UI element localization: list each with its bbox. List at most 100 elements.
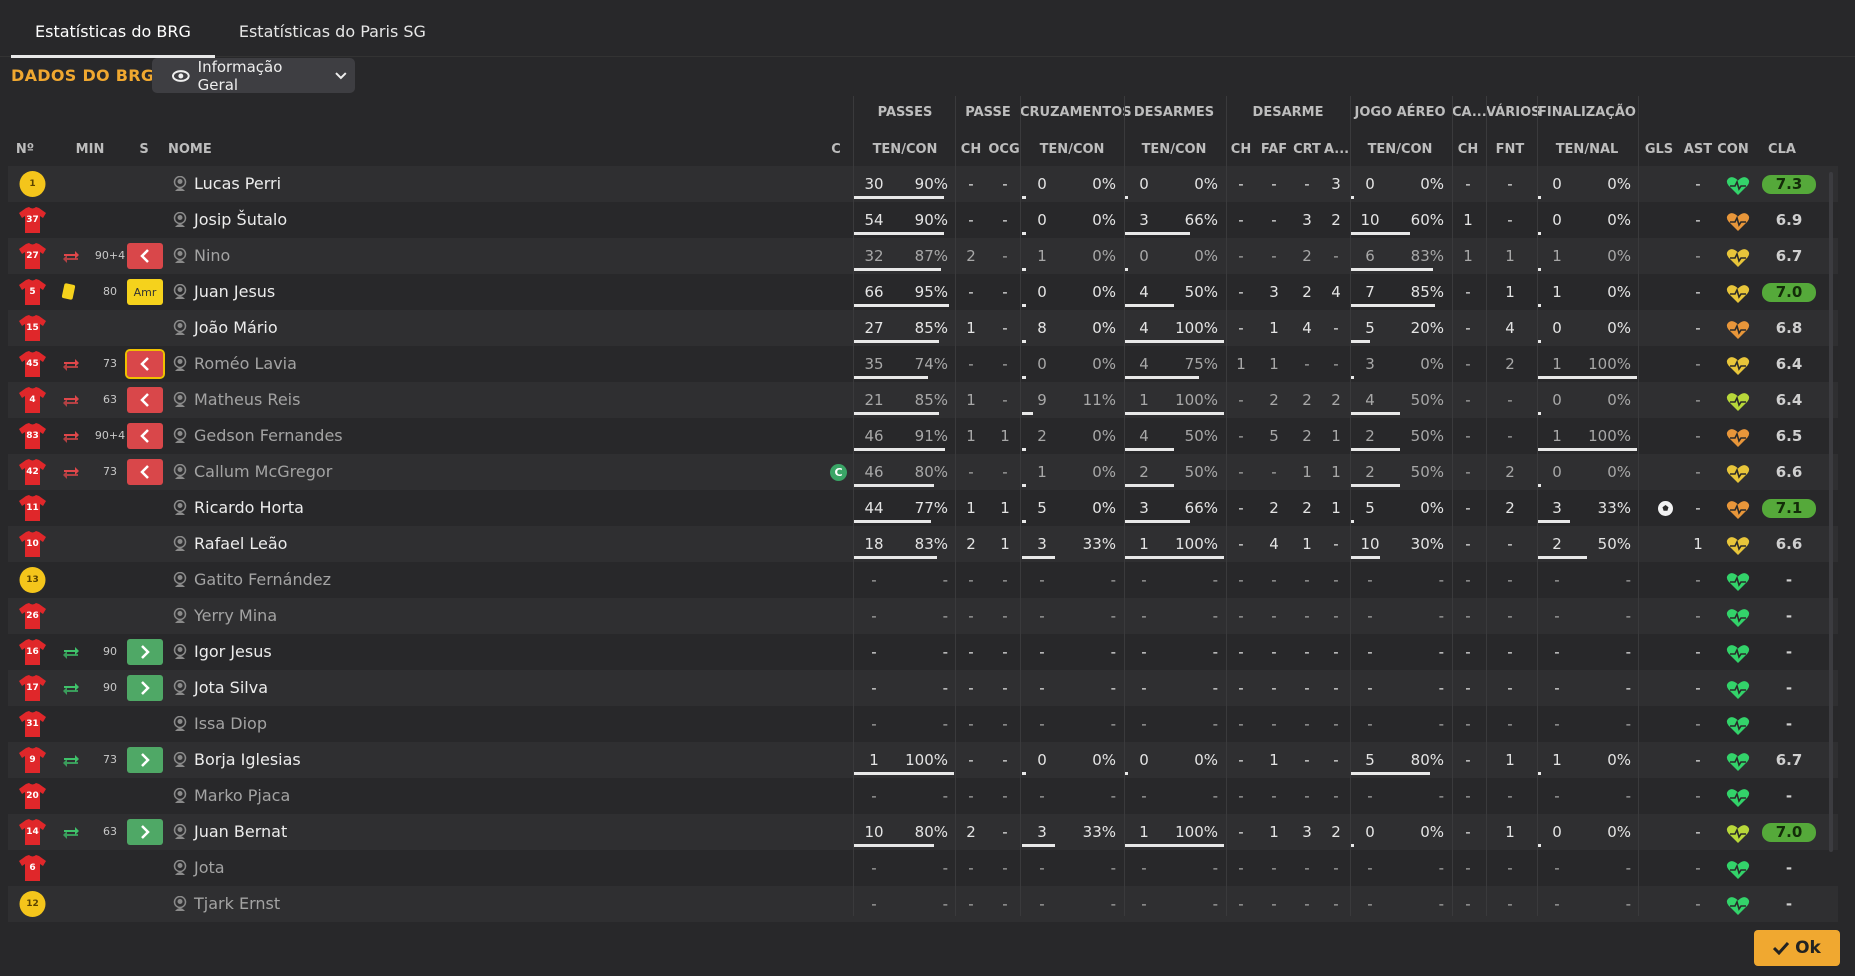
col-header-number[interactable]: Nº xyxy=(8,142,42,157)
column-separator xyxy=(1226,96,1227,916)
condition-heart-icon xyxy=(1726,716,1750,736)
player-name[interactable]: Juan Jesus xyxy=(194,274,275,310)
role-badge[interactable]: Amr xyxy=(127,279,163,305)
player-name[interactable]: Nino xyxy=(194,238,230,274)
sub-out-button[interactable] xyxy=(127,459,163,485)
col-header-ast[interactable]: AST xyxy=(1683,142,1713,157)
table-row[interactable]: 20 Marko Pjaca - - - - - - - - - - - - - - - - - - - - xyxy=(8,778,1838,814)
table-row[interactable]: 6 Jota - - - - - - - - - - - - - - - - - - - - xyxy=(8,850,1838,886)
col-header-cruzamentos[interactable]: TEN/CON xyxy=(1022,142,1122,157)
col-header-ca-ch[interactable]: CH xyxy=(1456,142,1480,157)
desarmes-percent: - xyxy=(1212,787,1218,805)
table-row[interactable]: 31 Issa Diop - - - - - - - - - - - - - - - - - - - - xyxy=(8,706,1838,742)
table-row[interactable]: 4 63 Matheus Reis 21 85% 1-9 11% 1 100% -2 2 2 4 50% -… xyxy=(8,382,1838,418)
table-row[interactable]: 10 Rafael Leão 18 83% 2 1 3 33% 1 100% -4 1-10 30% - -… xyxy=(8,526,1838,562)
col-header-cla[interactable]: CLA xyxy=(1762,142,1802,157)
table-row[interactable]: 17 90 Jota Silva - - - - - - - - - - - - - - - - - - - - xyxy=(8,670,1838,706)
fnt: 2 xyxy=(1505,463,1515,481)
player-name[interactable]: Lucas Perri xyxy=(194,166,281,202)
col-header-s[interactable]: S xyxy=(136,142,152,157)
player-name[interactable]: Rafael Leão xyxy=(194,526,287,562)
ok-button[interactable]: Ok xyxy=(1754,930,1840,966)
col-header-min[interactable]: MIN xyxy=(72,142,108,157)
tab-brg-stats[interactable]: Estatísticas do BRG xyxy=(11,0,215,58)
col-header-passes[interactable]: TEN/CON xyxy=(855,142,955,157)
table-row[interactable]: 15 João Mário 27 85% 1-8 0% 4 100% -1 4-5 20% -4 0 0%… xyxy=(8,310,1838,346)
passe-ch: - xyxy=(968,355,974,373)
player-name[interactable]: João Mário xyxy=(194,310,278,346)
col-header-c[interactable]: C xyxy=(826,142,846,157)
ca-ch: - xyxy=(1465,859,1471,877)
passe-ocg: - xyxy=(1002,895,1008,913)
table-row[interactable]: 27 90+4 Nino 32 87% 2-1 0% 0 0% - -2-6 83% 1 1 1 0% -6.7 xyxy=(8,238,1838,274)
fnt: 1 xyxy=(1505,283,1515,301)
passe-ocg: - xyxy=(1002,643,1008,661)
table-row[interactable]: 12 Tjark Ernst - - - - - - - - - - - - - - - - - - - - xyxy=(8,886,1838,922)
desarme-ch: - xyxy=(1238,175,1244,193)
table-row[interactable]: 45 73 Roméo Lavia 35 74% - -0 0% 4 75% 1 1- -3 0% -2 1 1… xyxy=(8,346,1838,382)
person-icon xyxy=(172,427,188,444)
col-header-faf[interactable]: FAF xyxy=(1260,142,1288,157)
player-name[interactable]: Juan Bernat xyxy=(194,814,287,850)
player-name[interactable]: Josip Šutalo xyxy=(194,202,287,238)
col-header-desarme-ch[interactable]: CH xyxy=(1230,142,1252,157)
desarme-faf: - xyxy=(1271,247,1277,265)
col-header-desarmes[interactable]: TEN/CON xyxy=(1124,142,1224,157)
player-name[interactable]: Ricardo Horta xyxy=(194,490,304,526)
player-name[interactable]: Jota Silva xyxy=(194,670,268,706)
col-header-jogo-aereo[interactable]: TEN/CON xyxy=(1350,142,1450,157)
substitution-icon xyxy=(62,753,80,767)
player-name[interactable]: Jota xyxy=(194,850,225,886)
player-name[interactable]: Roméo Lavia xyxy=(194,346,297,382)
col-header-con[interactable]: CON xyxy=(1716,142,1750,157)
col-header-finalizacao[interactable]: TEN/NAL xyxy=(1537,142,1637,157)
col-header-a[interactable]: A... xyxy=(1324,142,1349,157)
sub-out-button[interactable] xyxy=(127,387,163,413)
view-dropdown[interactable]: Informação Geral xyxy=(152,58,355,94)
player-name[interactable]: Marko Pjaca xyxy=(194,778,290,814)
col-header-nome[interactable]: NOME xyxy=(168,142,228,157)
tab-psg-stats[interactable]: Estatísticas do Paris SG xyxy=(215,0,450,58)
player-name[interactable]: Matheus Reis xyxy=(194,382,300,418)
sub-in-button[interactable] xyxy=(127,747,163,773)
player-name[interactable]: Yerry Mina xyxy=(194,598,277,634)
sub-in-button[interactable] xyxy=(127,819,163,845)
scrollbar[interactable] xyxy=(1829,172,1833,852)
col-header-crt[interactable]: CRT xyxy=(1292,142,1322,157)
table-row[interactable]: 83 90+4 Gedson Fernandes 46 91% 1 1 2 0% 4 50% -5 2 1… xyxy=(8,418,1838,454)
desarme-ch: - xyxy=(1238,751,1244,769)
sub-out-button[interactable] xyxy=(127,423,163,449)
table-row[interactable]: 37 Josip Šutalo 54 90% - -0 0% 3 66% - -3 2 10 60% 1-0… xyxy=(8,202,1838,238)
col-header-gls[interactable]: GLS xyxy=(1644,142,1674,157)
table-row[interactable]: 42 73 Callum McGregor C 46 80% - -1 0% 2 50% - -1 1 2 5… xyxy=(8,454,1838,490)
table-row[interactable]: 16 90 Igor Jesus - - - - - - - - - - - - - - - - - - - - xyxy=(8,634,1838,670)
col-header-fnt[interactable]: FNT xyxy=(1494,142,1526,157)
col-header-passe-ch[interactable]: CH xyxy=(960,142,982,157)
player-name[interactable]: Tjark Ernst xyxy=(194,886,280,922)
table-row[interactable]: 13 Gatito Fernández - - - - - - - - - - - - - - - - - - - - xyxy=(8,562,1838,598)
shirt-icon: 1 xyxy=(18,170,47,198)
passes-attempts: - xyxy=(871,571,877,589)
player-name[interactable]: Issa Diop xyxy=(194,706,267,742)
sub-in-button[interactable] xyxy=(127,675,163,701)
passe-ocg: - xyxy=(1002,211,1008,229)
table-row[interactable]: 14 63 Juan Bernat 10 80% 2-3 33% 1 100% -1 3 2 0 0% -1… xyxy=(8,814,1838,850)
table-row[interactable]: 1 Lucas Perri 30 90% - -0 0% 0 0% - - -3 0 0% - -0 0% -7.… xyxy=(8,166,1838,202)
passes-bar xyxy=(854,844,934,847)
cruzamentos-percent: 0% xyxy=(1092,211,1116,229)
player-name[interactable]: Igor Jesus xyxy=(194,634,272,670)
minutes xyxy=(84,598,136,634)
sub-out-button[interactable] xyxy=(127,243,163,269)
table-row[interactable]: 26 Yerry Mina - - - - - - - - - - - - - - - - - - - - xyxy=(8,598,1838,634)
player-name[interactable]: Borja Iglesias xyxy=(194,742,301,778)
table-row[interactable]: 9 73 Borja Iglesias 1 100% - -0 0% 0 0% -1- -5 80% -1… xyxy=(8,742,1838,778)
desarme-ch: - xyxy=(1238,895,1244,913)
table-row[interactable]: 11 Ricardo Horta 44 77% 1 1 5 0% 3 66% -2 2 1 5 0% -2 3 3… xyxy=(8,490,1838,526)
table-row[interactable]: 5 80 Amr Juan Jesus 66 95% - -0 0% 4 50% -3 2 4 7 85% -1… xyxy=(8,274,1838,310)
sub-in-button[interactable] xyxy=(127,639,163,665)
col-header-ocg[interactable]: OCG xyxy=(988,142,1020,157)
player-name[interactable]: Callum McGregor xyxy=(194,454,332,490)
sub-out-button[interactable] xyxy=(125,349,165,379)
player-name[interactable]: Gatito Fernández xyxy=(194,562,331,598)
player-name[interactable]: Gedson Fernandes xyxy=(194,418,343,454)
